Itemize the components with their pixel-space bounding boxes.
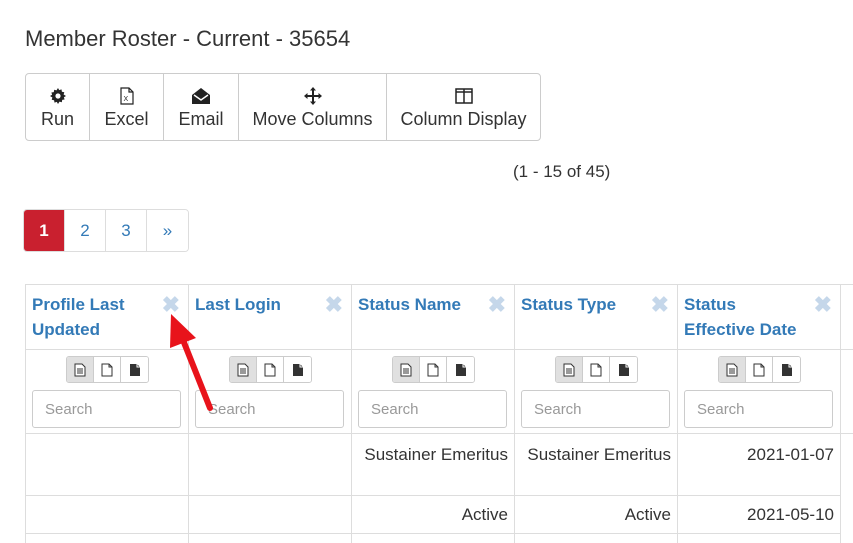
email-button[interactable]: Email [164,74,239,140]
excel-file-icon: X [119,85,134,107]
column-header-label[interactable]: Profile Last Updated [32,292,152,342]
column-header-label[interactable]: Status Effective Date [684,292,804,342]
column-header [841,285,853,350]
column-header: Status Effective Date ✖ [678,285,840,350]
filter-notblank-icon[interactable] [284,357,311,382]
page-link-1[interactable]: 1 [24,210,65,251]
remove-column-icon[interactable]: ✖ [651,294,669,316]
grid-cell [352,534,514,543]
remove-column-icon[interactable]: ✖ [162,294,180,316]
column-header-label[interactable]: Status Name [358,292,478,317]
grid-column-partial [841,285,853,543]
email-button-label: Email [178,108,224,129]
column-search-input[interactable] [195,390,344,428]
filter-blank-icon[interactable] [583,357,610,382]
next-page-link[interactable]: » [147,210,188,251]
filter-blank-icon[interactable] [420,357,447,382]
filter-text-icon[interactable] [393,357,420,382]
column-header-label[interactable]: Status Type [521,292,641,317]
column-search-input[interactable] [684,390,833,428]
filter-notblank-icon[interactable] [447,357,474,382]
move-columns-button[interactable]: Move Columns [239,74,387,140]
excel-button-label: Excel [104,108,149,129]
grid-cell: Sustainer Emeritus [515,434,677,496]
grid-cell [26,434,188,496]
column-display-button-label: Column Display [400,108,527,129]
column-header: Status Type ✖ [515,285,677,350]
filter-text-icon[interactable] [556,357,583,382]
grid-cell [515,534,677,543]
page-title: Member Roster - Current - 35654 [25,26,351,51]
column-header-label[interactable]: Last Login [195,292,315,317]
grid-cell: Sustainer Emeritus [352,434,514,496]
filter-text-icon[interactable] [230,357,257,382]
grid-cell [26,534,188,543]
run-button-label: Run [40,108,75,129]
filter-notblank-icon[interactable] [610,357,637,382]
column-filter [189,350,351,434]
column-filter [678,350,840,434]
filter-mode-group [555,356,638,383]
grid-column: Profile Last Updated ✖ [26,285,189,543]
grid-cell [189,496,351,534]
grid-cell [26,496,188,534]
filter-mode-group [66,356,149,383]
grid-cell: 2021-01-07 [678,434,840,496]
result-count: (1 - 15 of 45) [513,162,611,181]
column-search-input[interactable] [521,390,670,428]
column-filter [515,350,677,434]
filter-text-icon[interactable] [67,357,94,382]
filter-mode-group [392,356,475,383]
pagination: 1 2 3 » [23,209,189,252]
remove-column-icon[interactable]: ✖ [325,294,343,316]
column-display-button[interactable]: Column Display [387,74,540,140]
filter-blank-icon[interactable] [257,357,284,382]
column-header: Status Name ✖ [352,285,514,350]
roster-grid: Profile Last Updated ✖ Last Login ✖ [25,284,853,543]
filter-notblank-icon[interactable] [773,357,800,382]
grid-cell [189,534,351,543]
filter-text-icon[interactable] [719,357,746,382]
envelope-open-icon [191,85,211,107]
move-arrows-icon [303,85,322,107]
column-filter [841,350,853,434]
page-link-3[interactable]: 3 [106,210,147,251]
column-filter [26,350,188,434]
grid-column: Status Name ✖ Sustainer Emeritus Active [352,285,515,543]
columns-icon [454,85,473,107]
column-header: Last Login ✖ [189,285,351,350]
grid-cell [189,434,351,496]
grid-column: Status Type ✖ Sustainer Emeritus Active [515,285,678,543]
filter-blank-icon[interactable] [94,357,121,382]
report-toolbar: Run X Excel Email Move Columns Column Di… [25,73,541,141]
remove-column-icon[interactable]: ✖ [488,294,506,316]
remove-column-icon[interactable]: ✖ [814,294,832,316]
column-header: Profile Last Updated ✖ [26,285,188,350]
column-filter [352,350,514,434]
filter-notblank-icon[interactable] [121,357,148,382]
grid-cell: Active [352,496,514,534]
grid-cell: Active [515,496,677,534]
column-search-input[interactable] [358,390,507,428]
run-button[interactable]: Run [26,74,90,140]
gear-icon [49,85,66,107]
grid-cell: 2021-05-10 [678,496,840,534]
svg-text:X: X [123,96,128,103]
move-columns-button-label: Move Columns [252,108,373,129]
filter-mode-group [229,356,312,383]
column-search-input[interactable] [32,390,181,428]
excel-button[interactable]: X Excel [90,74,164,140]
filter-mode-group [718,356,801,383]
grid-column: Status Effective Date ✖ 2021-01-07 2021-… [678,285,841,543]
grid-column: Last Login ✖ [189,285,352,543]
grid-cell [678,534,840,543]
filter-blank-icon[interactable] [746,357,773,382]
page-link-2[interactable]: 2 [65,210,106,251]
